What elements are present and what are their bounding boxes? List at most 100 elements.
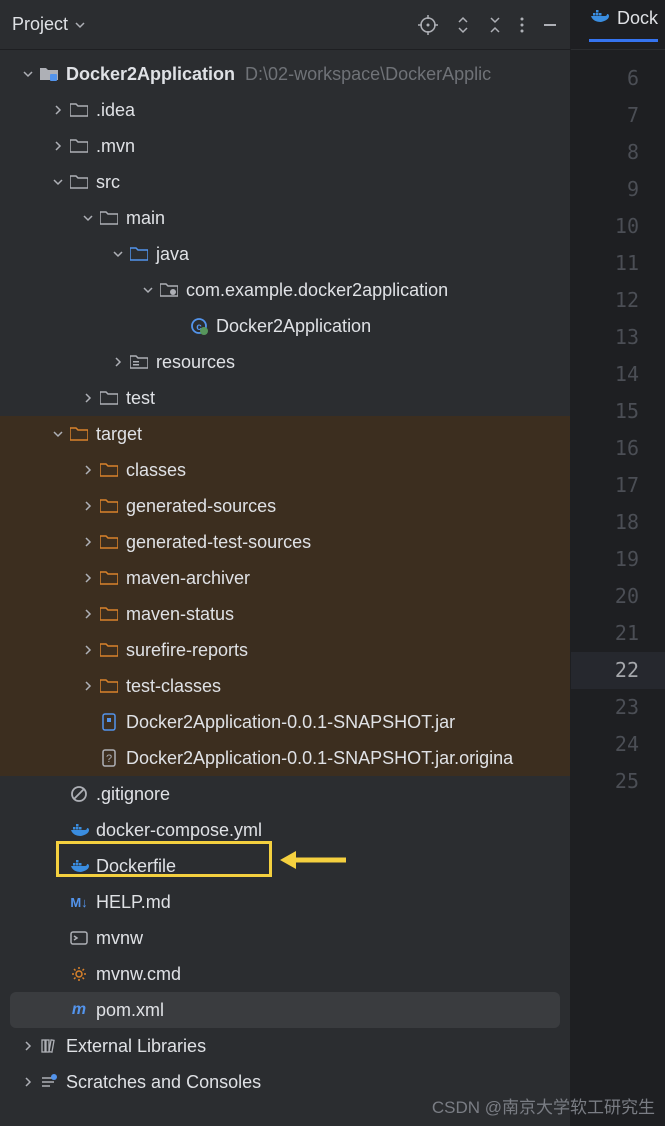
panel-header: Project bbox=[0, 0, 570, 50]
tree-node-test-classes[interactable]: test-classes bbox=[0, 668, 570, 704]
folder-icon bbox=[98, 391, 120, 405]
tree-node-mvnw[interactable]: mvnw bbox=[0, 920, 570, 956]
line-number[interactable]: 12 bbox=[571, 282, 665, 319]
tree-node-surefire[interactable]: surefire-reports bbox=[0, 632, 570, 668]
chevron-right-icon[interactable] bbox=[78, 393, 98, 403]
header-actions bbox=[418, 15, 558, 35]
chevron-right-icon[interactable] bbox=[78, 609, 98, 619]
module-icon bbox=[38, 66, 60, 82]
line-number[interactable]: 13 bbox=[571, 319, 665, 356]
tree-node-jar[interactable]: Docker2Application-0.0.1-SNAPSHOT.jar bbox=[0, 704, 570, 740]
tree-node-target[interactable]: target bbox=[0, 416, 570, 452]
line-number[interactable]: 16 bbox=[571, 430, 665, 467]
chevron-right-icon[interactable] bbox=[78, 681, 98, 691]
chevron-down-icon[interactable] bbox=[138, 285, 158, 295]
chevron-down-icon[interactable] bbox=[48, 429, 68, 439]
minimize-icon[interactable] bbox=[542, 17, 558, 33]
folder-icon bbox=[68, 139, 90, 153]
tree-node-mvnw-cmd[interactable]: mvnw.cmd bbox=[0, 956, 570, 992]
tree-node-java[interactable]: java bbox=[0, 236, 570, 272]
resources-folder-icon bbox=[128, 355, 150, 369]
watermark: CSDN @南京大学软工研究生 bbox=[432, 1093, 655, 1118]
package-icon bbox=[158, 283, 180, 297]
chevron-down-icon[interactable] bbox=[48, 177, 68, 187]
line-number[interactable]: 19 bbox=[571, 541, 665, 578]
chevron-down-icon bbox=[74, 19, 86, 31]
panel-title: Project bbox=[12, 14, 68, 35]
chevron-right-icon[interactable] bbox=[108, 357, 128, 367]
expand-icon[interactable] bbox=[456, 16, 470, 34]
tree-node-idea[interactable]: .idea bbox=[0, 92, 570, 128]
tree-node-jar-orig[interactable]: ? Docker2Application-0.0.1-SNAPSHOT.jar.… bbox=[0, 740, 570, 776]
chevron-right-icon[interactable] bbox=[48, 105, 68, 115]
ignore-icon bbox=[68, 785, 90, 803]
source-folder-icon bbox=[128, 247, 150, 261]
line-number[interactable]: 23 bbox=[571, 689, 665, 726]
editor-tab-dockerfile[interactable]: Dock bbox=[589, 8, 658, 42]
line-number[interactable]: 10 bbox=[571, 208, 665, 245]
line-number[interactable]: 9 bbox=[571, 171, 665, 208]
editor-gutter[interactable]: 678910111213141516171819202122232425 bbox=[571, 50, 665, 810]
chevron-right-icon[interactable] bbox=[78, 465, 98, 475]
project-panel: Project Docker2Application D:\02-workspa… bbox=[0, 0, 570, 1126]
tree-node-gen-sources[interactable]: generated-sources bbox=[0, 488, 570, 524]
chevron-right-icon[interactable] bbox=[78, 645, 98, 655]
line-number[interactable]: 15 bbox=[571, 393, 665, 430]
excluded-folder-icon bbox=[98, 535, 120, 549]
svg-text:?: ? bbox=[106, 753, 112, 765]
tree-node-mvn[interactable]: .mvn bbox=[0, 128, 570, 164]
tree-node-src[interactable]: src bbox=[0, 164, 570, 200]
tree-node-docker-compose[interactable]: docker-compose.yml bbox=[0, 812, 570, 848]
chevron-right-icon[interactable] bbox=[78, 537, 98, 547]
chevron-right-icon[interactable] bbox=[18, 1041, 38, 1051]
tree-node-classes[interactable]: classes bbox=[0, 452, 570, 488]
line-number[interactable]: 7 bbox=[571, 97, 665, 134]
tree-node-dockerfile[interactable]: Dockerfile bbox=[0, 848, 570, 884]
tree-node-gitignore[interactable]: .gitignore bbox=[0, 776, 570, 812]
excluded-folder-icon bbox=[98, 643, 120, 657]
chevron-right-icon[interactable] bbox=[78, 501, 98, 511]
line-number[interactable]: 6 bbox=[571, 60, 665, 97]
line-number[interactable]: 17 bbox=[571, 467, 665, 504]
chevron-down-icon[interactable] bbox=[18, 69, 38, 79]
scratches-icon bbox=[38, 1074, 60, 1090]
tree-node-ext-libs[interactable]: External Libraries bbox=[0, 1028, 570, 1064]
chevron-right-icon[interactable] bbox=[78, 573, 98, 583]
tree-node-app-class[interactable]: c Docker2Application bbox=[0, 308, 570, 344]
chevron-down-icon[interactable] bbox=[78, 213, 98, 223]
tree-node-maven-status[interactable]: maven-status bbox=[0, 596, 570, 632]
tree-node-package[interactable]: com.example.docker2application bbox=[0, 272, 570, 308]
panel-title-group[interactable]: Project bbox=[12, 14, 86, 35]
tree-node-pom[interactable]: m pom.xml bbox=[10, 992, 560, 1028]
chevron-down-icon[interactable] bbox=[108, 249, 128, 259]
tree-root[interactable]: Docker2Application D:\02-workspace\Docke… bbox=[0, 56, 570, 92]
line-number[interactable]: 11 bbox=[571, 245, 665, 282]
excluded-folder-icon bbox=[98, 463, 120, 477]
tree-node-resources[interactable]: resources bbox=[0, 344, 570, 380]
more-icon[interactable] bbox=[520, 16, 524, 34]
markdown-icon: M↓ bbox=[68, 895, 90, 910]
collapse-icon[interactable] bbox=[488, 16, 502, 34]
project-tree[interactable]: Docker2Application D:\02-workspace\Docke… bbox=[0, 50, 570, 1126]
target-icon[interactable] bbox=[418, 15, 438, 35]
line-number[interactable]: 8 bbox=[571, 134, 665, 171]
line-number[interactable]: 20 bbox=[571, 578, 665, 615]
line-number[interactable]: 21 bbox=[571, 615, 665, 652]
line-number[interactable]: 22 bbox=[571, 652, 665, 689]
chevron-right-icon[interactable] bbox=[48, 141, 68, 151]
folder-icon bbox=[98, 211, 120, 225]
tree-node-main[interactable]: main bbox=[0, 200, 570, 236]
excluded-folder-icon bbox=[98, 607, 120, 621]
tab-label: Dock bbox=[617, 8, 658, 29]
tree-node-help-md[interactable]: M↓ HELP.md bbox=[0, 884, 570, 920]
chevron-right-icon[interactable] bbox=[18, 1077, 38, 1087]
line-number[interactable]: 24 bbox=[571, 726, 665, 763]
tree-node-gen-test-sources[interactable]: generated-test-sources bbox=[0, 524, 570, 560]
line-number[interactable]: 25 bbox=[571, 763, 665, 800]
folder-icon bbox=[68, 103, 90, 117]
line-number[interactable]: 14 bbox=[571, 356, 665, 393]
tree-node-test[interactable]: test bbox=[0, 380, 570, 416]
docker-icon bbox=[68, 858, 90, 874]
line-number[interactable]: 18 bbox=[571, 504, 665, 541]
tree-node-maven-archiver[interactable]: maven-archiver bbox=[0, 560, 570, 596]
